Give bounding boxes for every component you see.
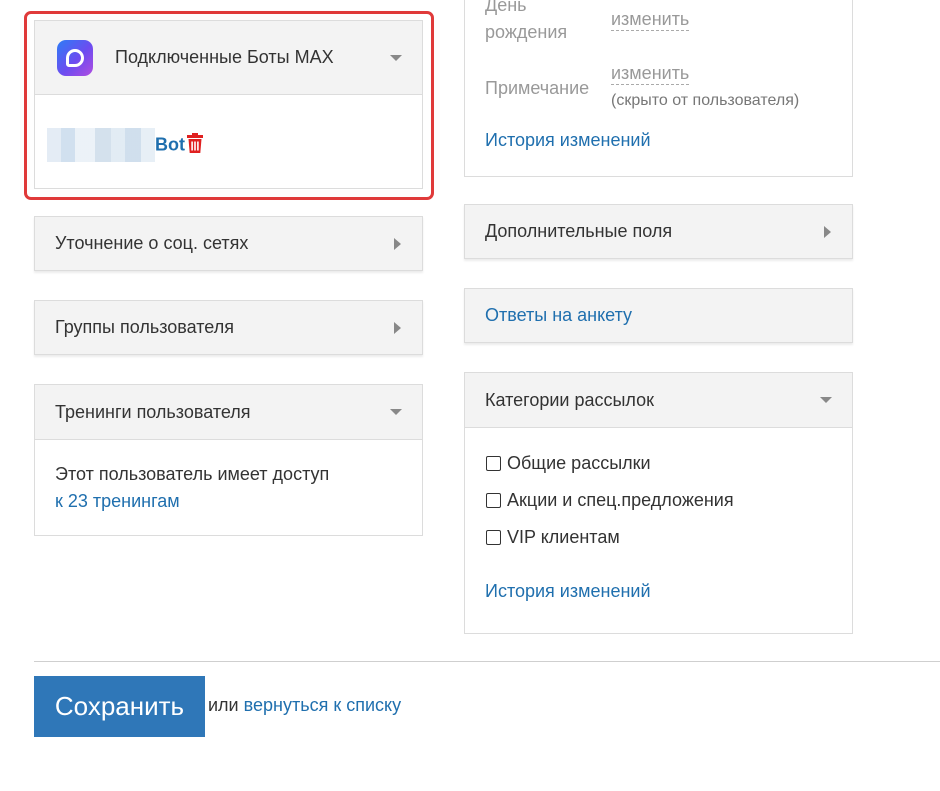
chevron-right-icon [824, 225, 831, 238]
trainings-panel-title: Тренинги пользователя [55, 401, 251, 422]
social-panel: Уточнение о соц. сетях [34, 216, 423, 273]
groups-panel: Группы пользователя [34, 300, 423, 357]
note-change-link[interactable]: изменить [611, 62, 690, 85]
trainings-text: Этот пользователь имеет доступ [55, 464, 330, 484]
blurred-bot-name [47, 128, 155, 162]
chevron-right-icon [394, 321, 401, 334]
bots-panel-header[interactable]: Подключенные Боты MAX [35, 21, 422, 95]
survey-panel-header[interactable]: Ответы на анкету [464, 288, 853, 343]
extra-fields-panel-header[interactable]: Дополнительные поля [464, 204, 853, 259]
chevron-down-icon [390, 409, 402, 415]
birthday-change-link[interactable]: изменить [611, 8, 690, 31]
profile-panel: День рождения изменить Примечание измени… [464, 0, 853, 177]
save-button[interactable]: Сохранить [34, 676, 205, 737]
trash-icon[interactable] [187, 132, 203, 158]
checkbox[interactable] [486, 530, 501, 545]
back-to-list-link[interactable]: вернуться к списку [244, 695, 401, 715]
mailing-history-link[interactable]: История изменений [485, 581, 651, 601]
bots-panel-title: Подключенные Боты MAX [115, 47, 334, 67]
mailing-options: Общие рассылки Акции и спец.предложения … [465, 428, 852, 602]
footer-text: или вернуться к списку [208, 695, 401, 716]
survey-panel: Ответы на анкету [464, 288, 853, 345]
groups-panel-title: Группы пользователя [55, 317, 234, 337]
footer-divider [34, 661, 940, 662]
note-hint: (скрыто от пользователя) [611, 92, 800, 109]
mailing-panel-header[interactable]: Категории рассылок [465, 373, 852, 428]
profile-history-link[interactable]: История изменений [485, 130, 651, 151]
chevron-down-icon [390, 54, 402, 61]
birthday-label: День рождения [485, 0, 568, 42]
bot-link[interactable]: Bot [155, 135, 185, 155]
note-label: Примечание [485, 78, 590, 98]
extra-fields-panel: Дополнительные поля [464, 204, 853, 261]
social-panel-header[interactable]: Уточнение о соц. сетях [34, 216, 423, 271]
max-logo-icon [57, 39, 93, 76]
groups-panel-header[interactable]: Группы пользователя [34, 300, 423, 355]
mailing-option-vip[interactable]: VIP клиентам [485, 519, 832, 556]
bots-panel: Подключенные Боты MAX Bot [34, 20, 423, 189]
or-text: или [208, 695, 239, 715]
mailing-panel: Категории рассылок Общие рассылки Акции … [464, 372, 853, 634]
mailing-option-promo[interactable]: Акции и спец.предложения [485, 482, 832, 519]
social-panel-title: Уточнение о соц. сетях [55, 233, 249, 253]
bot-entry: Bot [35, 95, 422, 162]
checkbox[interactable] [486, 456, 501, 471]
chevron-right-icon [394, 237, 401, 250]
mailing-option-general[interactable]: Общие рассылки [485, 445, 832, 482]
checkbox[interactable] [486, 493, 501, 508]
trainings-panel-header[interactable]: Тренинги пользователя [35, 385, 422, 440]
trainings-panel: Тренинги пользователя Этот пользователь … [34, 384, 423, 536]
mailing-panel-title: Категории рассылок [485, 389, 655, 410]
extra-fields-panel-title: Дополнительные поля [485, 221, 673, 241]
survey-link[interactable]: Ответы на анкету [485, 305, 832, 326]
trainings-link[interactable]: к 23 тренингам [55, 491, 180, 511]
chevron-down-icon [820, 397, 832, 403]
